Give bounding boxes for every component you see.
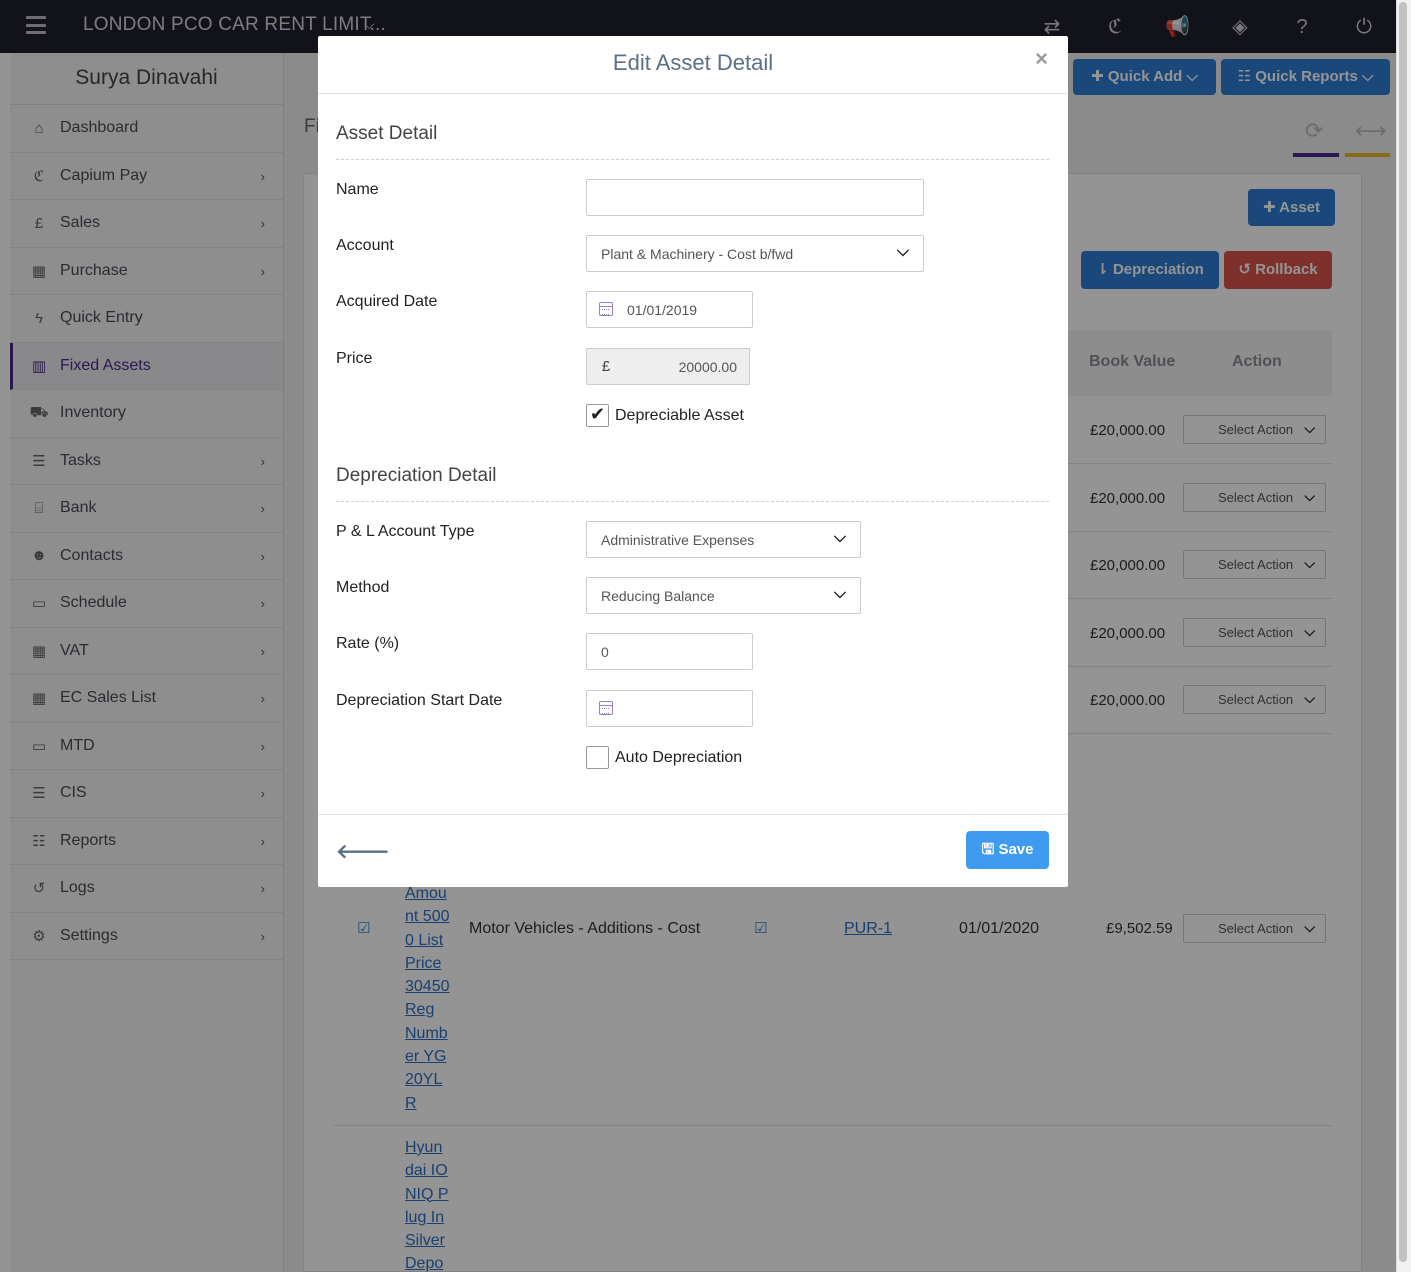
close-icon[interactable]: × (1035, 46, 1048, 72)
price-input[interactable]: 20000.00 (625, 348, 750, 385)
rate-label: Rate (%) (336, 635, 400, 652)
depreciable-asset-label[interactable]: Depreciable Asset (615, 407, 744, 425)
section-divider (336, 501, 1049, 502)
account-label: Account (336, 237, 394, 254)
checkmark-icon: ✔ (590, 404, 606, 424)
auto-depreciation-label[interactable]: Auto Depreciation (615, 749, 742, 767)
method-label: Method (336, 579, 390, 596)
pl-account-type-select[interactable]: Administrative Expenses ⌵ (586, 521, 861, 558)
edit-asset-modal: Edit Asset Detail × Asset Detail Name Ac… (318, 36, 1068, 887)
price-label: Price (336, 350, 373, 367)
depreciation-start-date-input[interactable] (586, 690, 753, 727)
modal-header: Edit Asset Detail × (318, 36, 1068, 94)
modal-title: Edit Asset Detail (612, 50, 774, 75)
asset-detail-heading: Asset Detail (336, 123, 438, 144)
chevron-down-icon: ⌵ (833, 585, 846, 602)
rate-input[interactable]: 0 (586, 633, 753, 670)
depreciable-asset-checkbox[interactable]: ✔ (586, 404, 609, 427)
scrollbar-thumb[interactable] (1399, 2, 1407, 1262)
method-select[interactable]: Reducing Balance ⌵ (586, 577, 861, 614)
modal-footer: 🡐 🖫 Save (318, 814, 1068, 887)
acquired-date-input[interactable]: 01/01/2019 (586, 291, 753, 328)
save-button[interactable]: 🖫 Save (966, 831, 1049, 869)
auto-depreciation-checkbox[interactable] (586, 746, 609, 769)
section-divider (336, 159, 1049, 160)
depreciation-detail-heading: Depreciation Detail (336, 465, 497, 486)
back-arrow-icon[interactable]: 🡐 (336, 839, 390, 864)
chevron-down-icon: ⌵ (896, 243, 909, 260)
currency-addon: £ (586, 348, 626, 385)
chevron-down-icon: ⌵ (833, 529, 846, 546)
acquired-date-label: Acquired Date (336, 293, 438, 310)
account-select[interactable]: Plant & Machinery - Cost b/fwd ⌵ (586, 235, 924, 272)
name-input[interactable] (586, 179, 924, 216)
depreciation-start-date-label: Depreciation Start Date (336, 692, 503, 709)
calendar-icon (599, 701, 613, 715)
name-label: Name (336, 181, 379, 198)
pl-account-type-label: P & L Account Type (336, 523, 475, 540)
calendar-icon (599, 302, 613, 316)
